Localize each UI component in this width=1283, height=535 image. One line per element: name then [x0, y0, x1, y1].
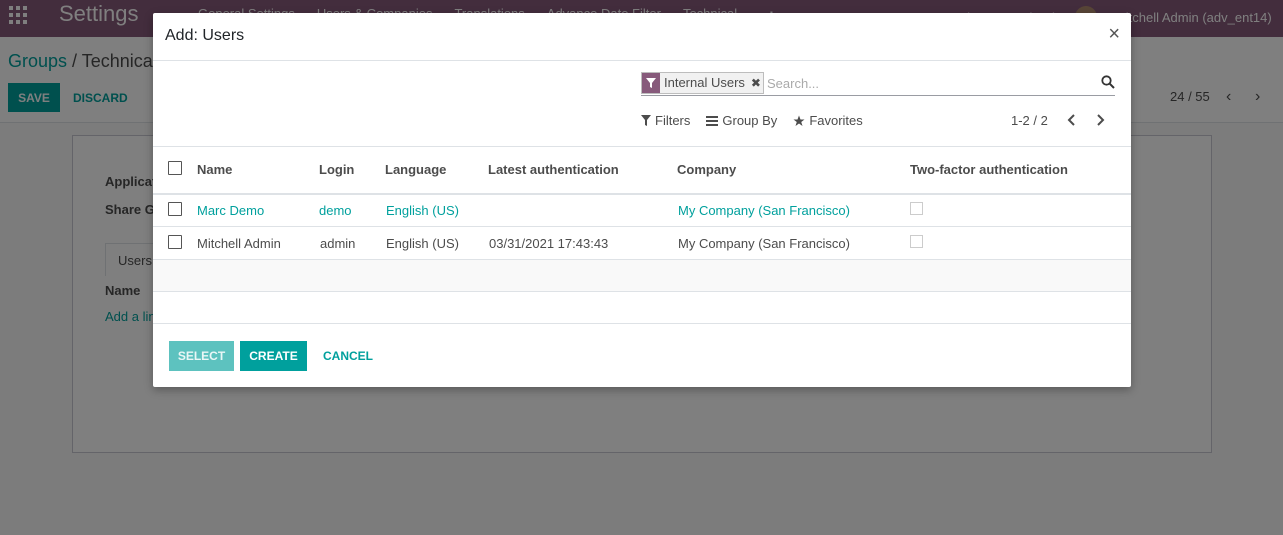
search-options: Filters Group By Favorites: [641, 113, 863, 128]
table-header-row: Name Login Language Latest authenticatio…: [153, 146, 1131, 195]
cancel-button[interactable]: CANCEL: [316, 341, 380, 371]
cell-language[interactable]: English (US): [385, 226, 488, 260]
filters-label: Filters: [655, 113, 691, 128]
filter-icon: [642, 73, 660, 93]
search-input[interactable]: [767, 73, 1087, 93]
filter-facet: Internal Users ✖: [641, 72, 764, 94]
cell-name[interactable]: Marc Demo: [197, 193, 319, 227]
close-icon[interactable]: ×: [1108, 24, 1120, 44]
search-bar: Internal Users ✖: [641, 72, 1115, 96]
cell-language[interactable]: English (US): [385, 193, 488, 227]
cell-two-factor: [910, 226, 1131, 260]
users-table: Name Login Language Latest authenticatio…: [153, 146, 1131, 324]
star-icon: [793, 115, 805, 126]
cell-latest-auth[interactable]: 03/31/2021 17:43:43: [488, 226, 677, 260]
modal-title: Add: Users: [165, 27, 245, 44]
two-factor-checkbox: [910, 202, 923, 216]
column-header-login[interactable]: Login: [319, 146, 385, 195]
modal-footer: SELECT CREATE CANCEL: [153, 323, 1131, 387]
chevron-right-icon[interactable]: [1093, 112, 1107, 128]
cell-name[interactable]: Mitchell Admin: [197, 226, 319, 260]
filters-dropdown[interactable]: Filters: [641, 113, 690, 128]
row-checkbox-cell: [153, 226, 197, 260]
cell-latest-auth[interactable]: [488, 193, 677, 227]
row-checkbox[interactable]: [168, 201, 182, 216]
select-all-checkbox-cell: [153, 146, 197, 195]
search-icon[interactable]: [1101, 75, 1115, 89]
group-by-dropdown[interactable]: Group By: [706, 113, 777, 128]
two-factor-checkbox: [910, 235, 923, 248]
empty-row: [153, 259, 1131, 292]
bars-icon: [706, 115, 719, 126]
favorites-dropdown[interactable]: Favorites: [793, 113, 863, 128]
cell-login[interactable]: demo: [319, 193, 385, 227]
select-button[interactable]: SELECT: [169, 341, 234, 371]
facet-label: Internal Users: [664, 75, 745, 90]
modal-header: Add: Users ×: [153, 13, 1131, 61]
group-by-label: Group By: [722, 113, 778, 128]
column-header-latest-authentication[interactable]: Latest authentication: [488, 146, 677, 195]
cell-company[interactable]: My Company (San Francisco): [677, 193, 910, 227]
row-checkbox-cell: [153, 193, 197, 227]
empty-row: [153, 291, 1131, 324]
remove-facet-icon[interactable]: ✖: [749, 73, 763, 93]
row-checkbox[interactable]: [168, 234, 182, 249]
column-header-name[interactable]: Name: [197, 146, 319, 195]
cell-two-factor: [910, 193, 1131, 227]
cell-login[interactable]: admin: [319, 226, 385, 260]
column-header-company[interactable]: Company: [677, 146, 910, 195]
filter-icon: [641, 115, 651, 126]
list-pager[interactable]: 1-2 / 2: [1011, 113, 1048, 128]
column-header-language[interactable]: Language: [385, 146, 488, 195]
create-button[interactable]: CREATE: [240, 341, 307, 371]
column-header-two-factor[interactable]: Two-factor authentication: [910, 146, 1131, 195]
select-all-checkbox[interactable]: [168, 161, 182, 176]
chevron-left-icon[interactable]: [1065, 112, 1079, 128]
favorites-label: Favorites: [809, 113, 863, 128]
table-row[interactable]: Marc Demo demo English (US) My Company (…: [153, 193, 1131, 227]
table-row[interactable]: Mitchell Admin admin English (US) 03/31/…: [153, 226, 1131, 260]
add-users-dialog: Add: Users × Internal Users ✖ Filters Gr…: [153, 13, 1131, 387]
cell-company[interactable]: My Company (San Francisco): [677, 226, 910, 260]
